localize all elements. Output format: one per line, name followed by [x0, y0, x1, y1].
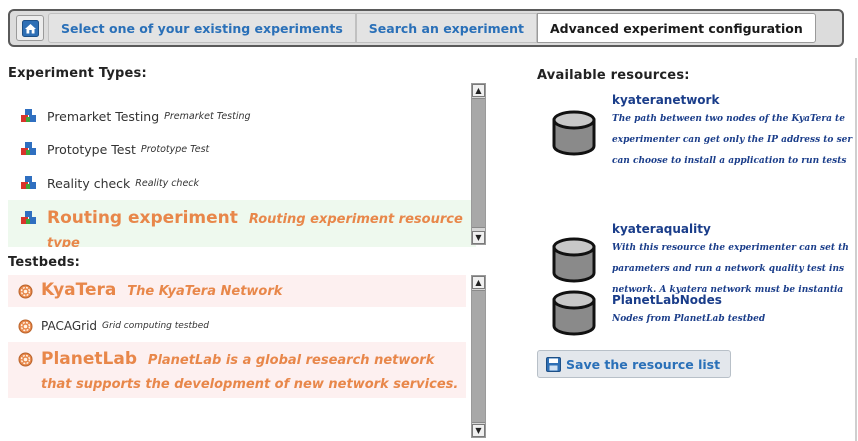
- experiment-type-item-selected[interactable]: Routing experiment Routing experiment re…: [8, 200, 476, 247]
- home-button[interactable]: [16, 15, 44, 41]
- testbed-item-selected[interactable]: KyaTera The KyaTera Network: [8, 275, 466, 307]
- scroll-up-arrow[interactable]: ▲: [472, 276, 485, 289]
- resource-description: Nodes from PlanetLab testbed: [612, 314, 766, 324]
- scroll-down-arrow[interactable]: ▼: [472, 231, 485, 244]
- experiment-types-scrollbar[interactable]: ▲ ▼: [471, 83, 486, 245]
- testbed-description: The KyaTera Network: [127, 284, 283, 299]
- scroll-thumb[interactable]: [472, 98, 485, 228]
- experiment-type-description: Prototype Test: [140, 143, 210, 155]
- testbed-name: PlanetLab: [41, 349, 137, 369]
- resource-name: kyateranetwork: [612, 93, 720, 107]
- resource-name: kyateraquality: [612, 222, 711, 236]
- tab-search-experiment[interactable]: Search an experiment: [355, 13, 537, 43]
- testbed-item-selected[interactable]: PlanetLab PlanetLab is a global research…: [8, 342, 466, 398]
- experiment-type-name: Reality check: [47, 175, 131, 191]
- scroll-down-arrow[interactable]: ▼: [472, 424, 485, 437]
- resource-item[interactable]: kyateranetwork The path between two node…: [545, 90, 858, 190]
- gear-icon: [18, 352, 33, 367]
- database-icon: [552, 237, 596, 283]
- experiment-type-name: Routing experiment: [47, 208, 238, 228]
- experiment-type-name: Prototype Test: [47, 141, 136, 157]
- resource-description: The path between two nodes of the KyaTer…: [612, 114, 853, 166]
- database-icon: [552, 290, 596, 336]
- save-resource-list-button[interactable]: Save the resource list: [537, 350, 731, 378]
- blocks-icon: [21, 211, 36, 224]
- home-icon: [21, 19, 39, 37]
- testbeds-title: Testbeds:: [8, 255, 81, 270]
- gear-icon: [18, 284, 33, 299]
- experiment-type-description: Reality check: [135, 177, 200, 189]
- save-icon: [546, 356, 561, 372]
- tab-bar: Select one of your existing experiments …: [8, 9, 844, 47]
- resources-title: Available resources:: [537, 68, 690, 83]
- testbed-item[interactable]: PACAGrid Grid computing testbed: [8, 315, 466, 337]
- blocks-icon: [21, 176, 36, 189]
- experiment-types-title: Experiment Types:: [8, 66, 147, 81]
- blocks-icon: [21, 142, 36, 155]
- experiment-type-description: Premarket Testing: [164, 110, 251, 122]
- experiment-type-item[interactable]: Premarket Testing Premarket Testing: [8, 105, 476, 127]
- scroll-thumb[interactable]: [472, 290, 485, 423]
- testbed-name: KyaTera: [41, 280, 117, 300]
- save-button-label: Save the resource list: [566, 356, 721, 372]
- experiment-type-name: Premarket Testing: [47, 108, 160, 124]
- gear-icon: [18, 319, 33, 333]
- experiment-type-item[interactable]: Reality check Reality check: [8, 172, 476, 194]
- resource-item[interactable]: PlanetLabNodes Nodes from PlanetLab test…: [545, 290, 858, 340]
- blocks-icon: [21, 109, 36, 122]
- right-edge-divider: [855, 58, 857, 441]
- testbed-description: Grid computing testbed: [102, 321, 209, 331]
- database-icon: [552, 110, 596, 156]
- experiment-type-item[interactable]: Prototype Test Prototype Test: [8, 138, 476, 160]
- scroll-up-arrow[interactable]: ▲: [472, 84, 485, 97]
- testbed-name: PACAGrid: [41, 319, 98, 333]
- tab-existing-experiments[interactable]: Select one of your existing experiments: [48, 13, 356, 43]
- tab-advanced-configuration[interactable]: Advanced experiment configuration: [537, 13, 816, 43]
- resource-name: PlanetLabNodes: [612, 293, 722, 307]
- testbeds-scrollbar[interactable]: ▲ ▼: [471, 275, 486, 438]
- experiment-types-list: Premarket Testing Premarket Testing Prot…: [8, 83, 476, 247]
